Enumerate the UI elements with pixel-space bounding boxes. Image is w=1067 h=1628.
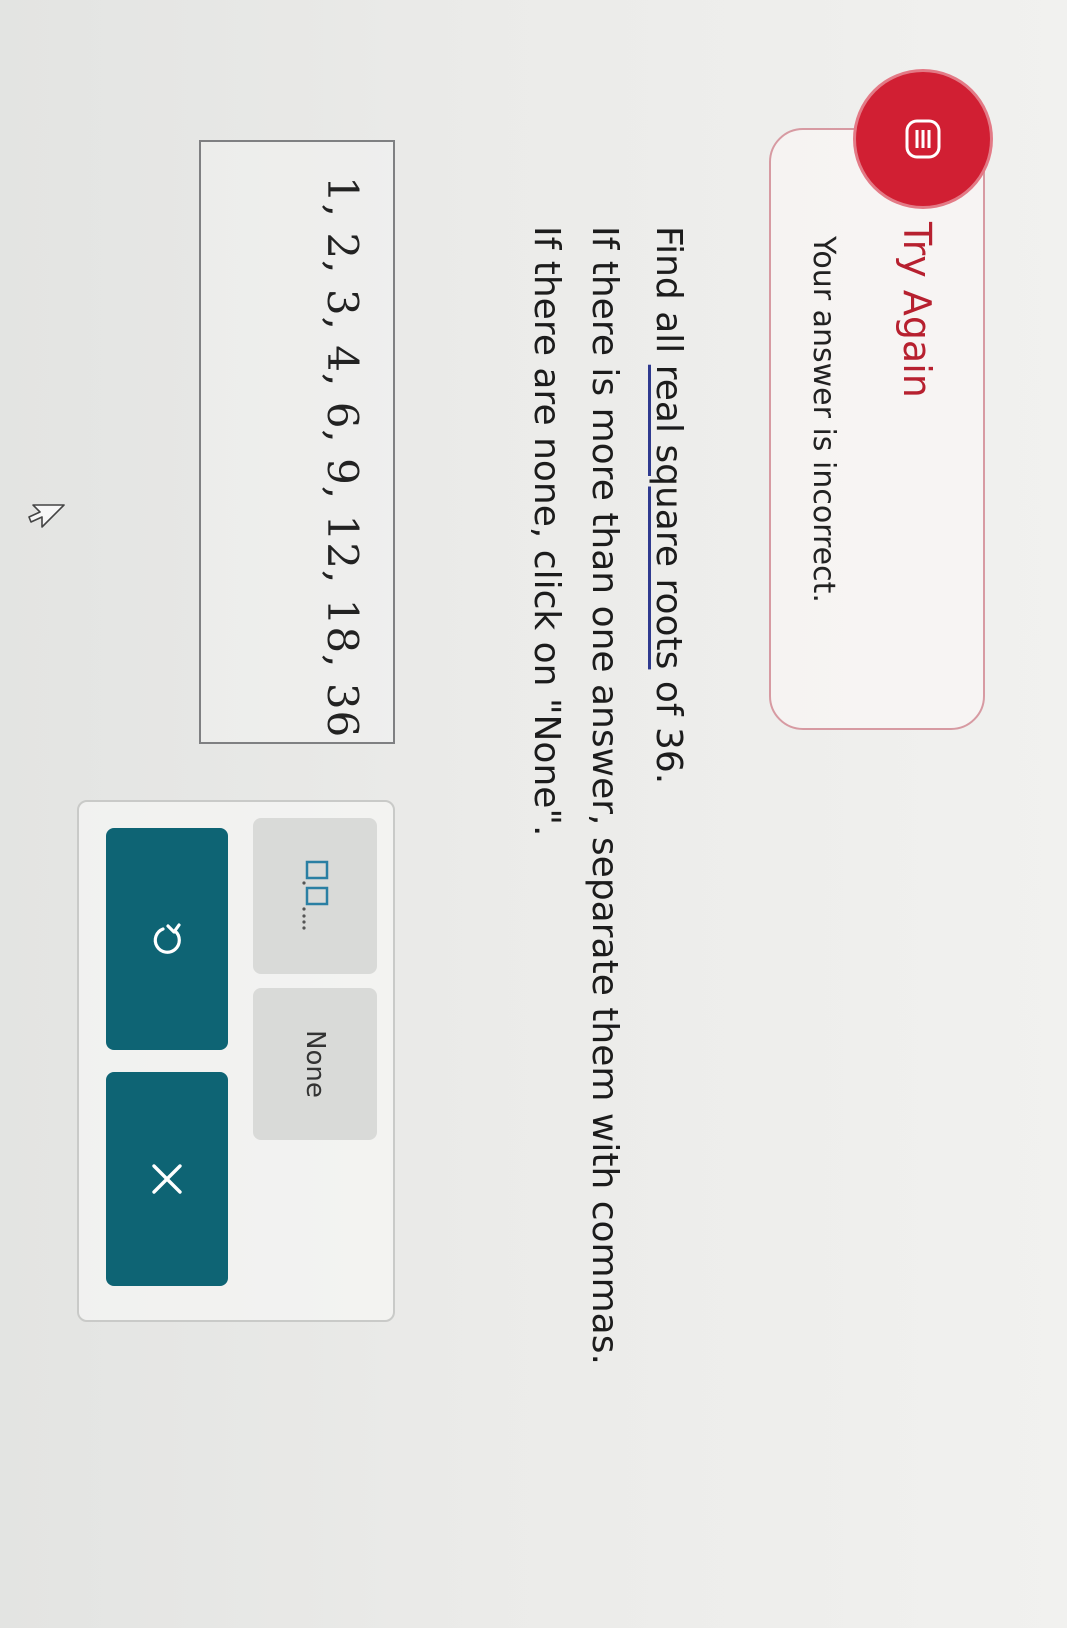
question-prefix: Find all: [648, 226, 689, 365]
answer-value: 1, 2, 3, 4, 6, 9, 12, 18, 36: [318, 176, 367, 739]
undo-button[interactable]: [106, 828, 228, 1050]
instruction-line-1: If there is more than one answer, separa…: [584, 226, 625, 1365]
alert-badge: [856, 72, 990, 206]
feedback-message: Your answer is incorrect.: [806, 236, 841, 603]
comma-list-icon: [302, 860, 329, 930]
question-text: Find all real square roots of 36. If the…: [517, 226, 697, 1365]
real-square-roots-link[interactable]: real square roots: [648, 365, 689, 670]
question-prompt: Find all real square roots of 36.: [639, 226, 697, 1365]
question-suffix: of 36.: [648, 669, 689, 785]
mouse-pointer-icon: [28, 504, 65, 528]
alert-lines-icon: [905, 119, 941, 159]
none-button[interactable]: None: [253, 988, 377, 1140]
feedback-title: Try Again: [895, 222, 939, 398]
comma-list-button[interactable]: [253, 818, 377, 974]
instruction-line-2: If there are none, click on "None".: [526, 226, 567, 837]
page-canvas: Try Again Your answer is incorrect. Find…: [0, 0, 1067, 1628]
close-icon: [152, 1164, 182, 1194]
feedback-card: [769, 128, 985, 730]
undo-icon: [153, 923, 181, 954]
clear-button[interactable]: [106, 1072, 228, 1286]
